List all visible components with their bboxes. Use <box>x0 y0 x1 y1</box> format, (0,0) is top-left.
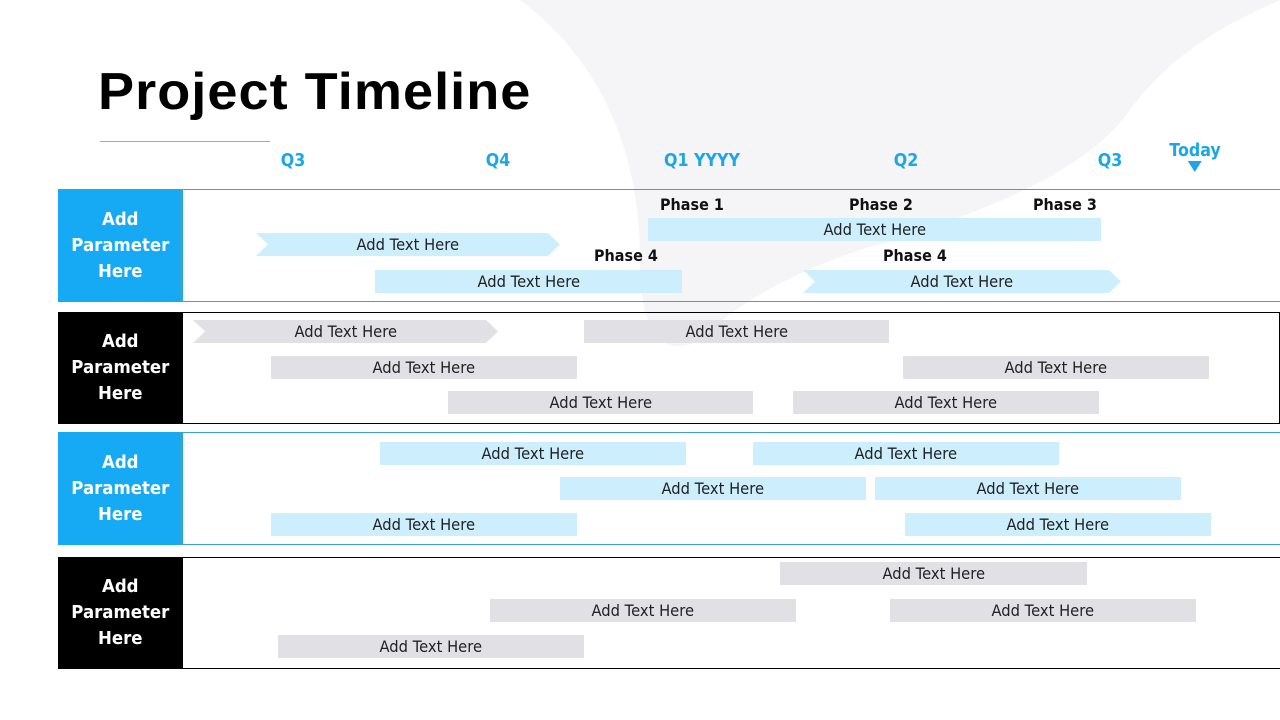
timeline-bar[interactable]: Add Text Here <box>793 391 1099 414</box>
quarter-label: Q3 <box>280 150 306 171</box>
timeline-bar[interactable]: Add Text Here <box>648 218 1101 241</box>
timeline-bar[interactable]: Add Text Here <box>803 270 1121 293</box>
timeline-bar[interactable]: Add Text Here <box>875 477 1181 500</box>
timeline-bar[interactable]: Add Text Here <box>584 320 889 343</box>
quarter-label: Q3 <box>1097 150 1123 171</box>
quarter-label: Q4 <box>485 150 511 171</box>
row-label[interactable]: Add Parameter Here <box>58 557 183 669</box>
row-label[interactable]: Add Parameter Here <box>58 312 183 424</box>
quarter-label: Q2 <box>893 150 919 171</box>
page-title: Project Timeline <box>98 63 532 121</box>
timeline-bar[interactable]: Add Text Here <box>256 233 560 256</box>
timeline-bar[interactable]: Add Text Here <box>753 442 1059 465</box>
down-triangle-icon <box>1188 161 1202 172</box>
phase-label: Phase 4 <box>594 246 658 265</box>
timeline-bar[interactable]: Add Text Here <box>490 599 796 622</box>
timeline-bar[interactable]: Add Text Here <box>890 599 1196 622</box>
timeline-bar[interactable]: Add Text Here <box>905 513 1211 536</box>
timeline-bar[interactable]: Add Text Here <box>271 356 577 379</box>
timeline-bar[interactable]: Add Text Here <box>278 635 584 658</box>
today-label: Today <box>1169 140 1221 161</box>
row-label[interactable]: Add Parameter Here <box>58 189 183 302</box>
phase-label: Phase 1 <box>660 195 724 214</box>
phase-label: Phase 4 <box>883 246 947 265</box>
phase-label: Phase 3 <box>1033 195 1097 214</box>
timeline-bar[interactable]: Add Text Here <box>448 391 753 414</box>
timeline-bar[interactable]: Add Text Here <box>560 477 866 500</box>
timeline-bar[interactable]: Add Text Here <box>193 320 498 343</box>
timeline-bar[interactable]: Add Text Here <box>375 270 682 293</box>
timeline-bar[interactable]: Add Text Here <box>780 562 1087 585</box>
phase-label: Phase 2 <box>849 195 913 214</box>
title-underline <box>100 141 270 142</box>
quarter-label: Q1 YYYY <box>664 150 740 171</box>
timeline-bar[interactable]: Add Text Here <box>380 442 686 465</box>
row-label[interactable]: Add Parameter Here <box>58 432 183 545</box>
timeline-bar[interactable]: Add Text Here <box>271 513 577 536</box>
timeline-bar[interactable]: Add Text Here <box>903 356 1209 379</box>
today-marker: Today <box>1166 140 1224 172</box>
